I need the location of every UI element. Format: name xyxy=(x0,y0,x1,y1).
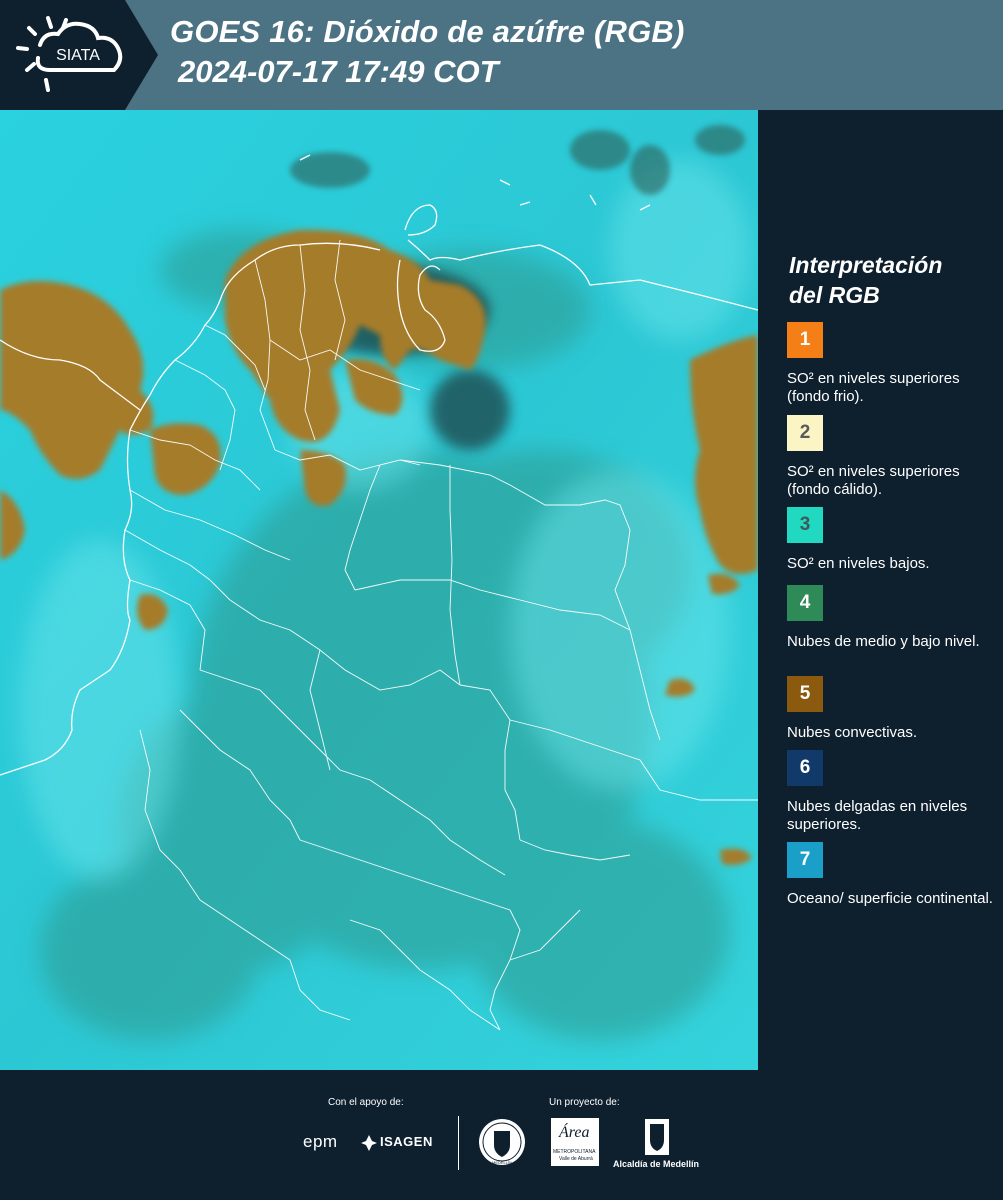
epm-logo: epm xyxy=(303,1132,338,1151)
area-logo-sub2: Valle de Aburrá xyxy=(559,1156,593,1162)
satellite-map xyxy=(0,110,758,1070)
legend-item: 2 SO² en niveles superiores (fondo cálid… xyxy=(787,415,997,499)
legend-swatch: 1 xyxy=(787,322,823,358)
legend-swatch: 4 xyxy=(787,585,823,621)
legend-title-line1: Interpretación xyxy=(789,252,943,278)
legend-item: 7 Oceano/ superficie continental. xyxy=(787,842,997,908)
legend-swatch: 5 xyxy=(787,676,823,712)
area-logo-sub1: METROPOLITANA xyxy=(553,1149,596,1155)
footer: Con el apoyo de: Un proyecto de: epm ISA… xyxy=(0,1070,1003,1200)
legend-item: 5 Nubes convectivas. xyxy=(787,676,997,742)
legend-swatch: 7 xyxy=(787,842,823,878)
isagen-logo: ISAGEN xyxy=(380,1134,433,1149)
alcaldia-shield-icon xyxy=(645,1119,669,1155)
legend-item-label: Nubes delgadas en niveles superiores. xyxy=(787,798,968,833)
legend-item-label: SO² en niveles superiores (fondo frio). xyxy=(787,370,960,405)
legend-item-label: SO² en niveles superiores (fondo cálido)… xyxy=(787,463,960,498)
legend-swatch: 2 xyxy=(787,415,823,451)
legend-item: 3 SO² en niveles bajos. xyxy=(787,507,997,573)
image-datetime: 2024-07-17 17:49 COT xyxy=(178,54,499,89)
legend-item: 1 SO² en niveles superiores (fondo frio)… xyxy=(787,322,997,406)
area-metropolitana-logo: Área METROPOLITANA Valle de Aburrá xyxy=(551,1118,599,1166)
legend-title-line2: del RGB xyxy=(789,282,880,308)
alcaldia-logo-text: Alcaldía de Medellín xyxy=(613,1159,700,1169)
seal-text: MEDELLÍN xyxy=(492,1160,512,1165)
medellin-seal-icon: MEDELLÍN xyxy=(479,1119,525,1165)
legend-swatch: 3 xyxy=(787,507,823,543)
legend-title: Interpretación del RGB xyxy=(789,250,999,310)
legend-item-label: Nubes de medio y bajo nivel. xyxy=(787,633,980,650)
legend-item: 4 Nubes de medio y bajo nivel. xyxy=(787,585,997,651)
footer-divider xyxy=(458,1116,459,1170)
logo-band: SIATA xyxy=(0,0,158,110)
support-label: Con el apoyo de: xyxy=(328,1097,404,1108)
legend-item-label: SO² en niveles bajos. xyxy=(787,555,930,572)
legend-panel: Interpretación del RGB 1 SO² en niveles … xyxy=(760,110,1003,1070)
isagen-icon xyxy=(361,1135,377,1151)
legend-item-label: Oceano/ superficie continental. xyxy=(787,890,993,907)
legend-item: 6 Nubes delgadas en niveles superiores. xyxy=(787,750,997,834)
page-title: GOES 16: Dióxido de azúfre (RGB) xyxy=(170,14,685,49)
header-bar: SIATA GOES 16: Dióxido de azúfre (RGB) 2… xyxy=(0,0,1003,110)
area-logo-script: Área xyxy=(559,1124,590,1141)
logo-text: SIATA xyxy=(56,47,100,64)
legend-item-label: Nubes convectivas. xyxy=(787,724,918,741)
project-label: Un proyecto de: xyxy=(549,1097,620,1108)
legend-swatch: 6 xyxy=(787,750,823,786)
